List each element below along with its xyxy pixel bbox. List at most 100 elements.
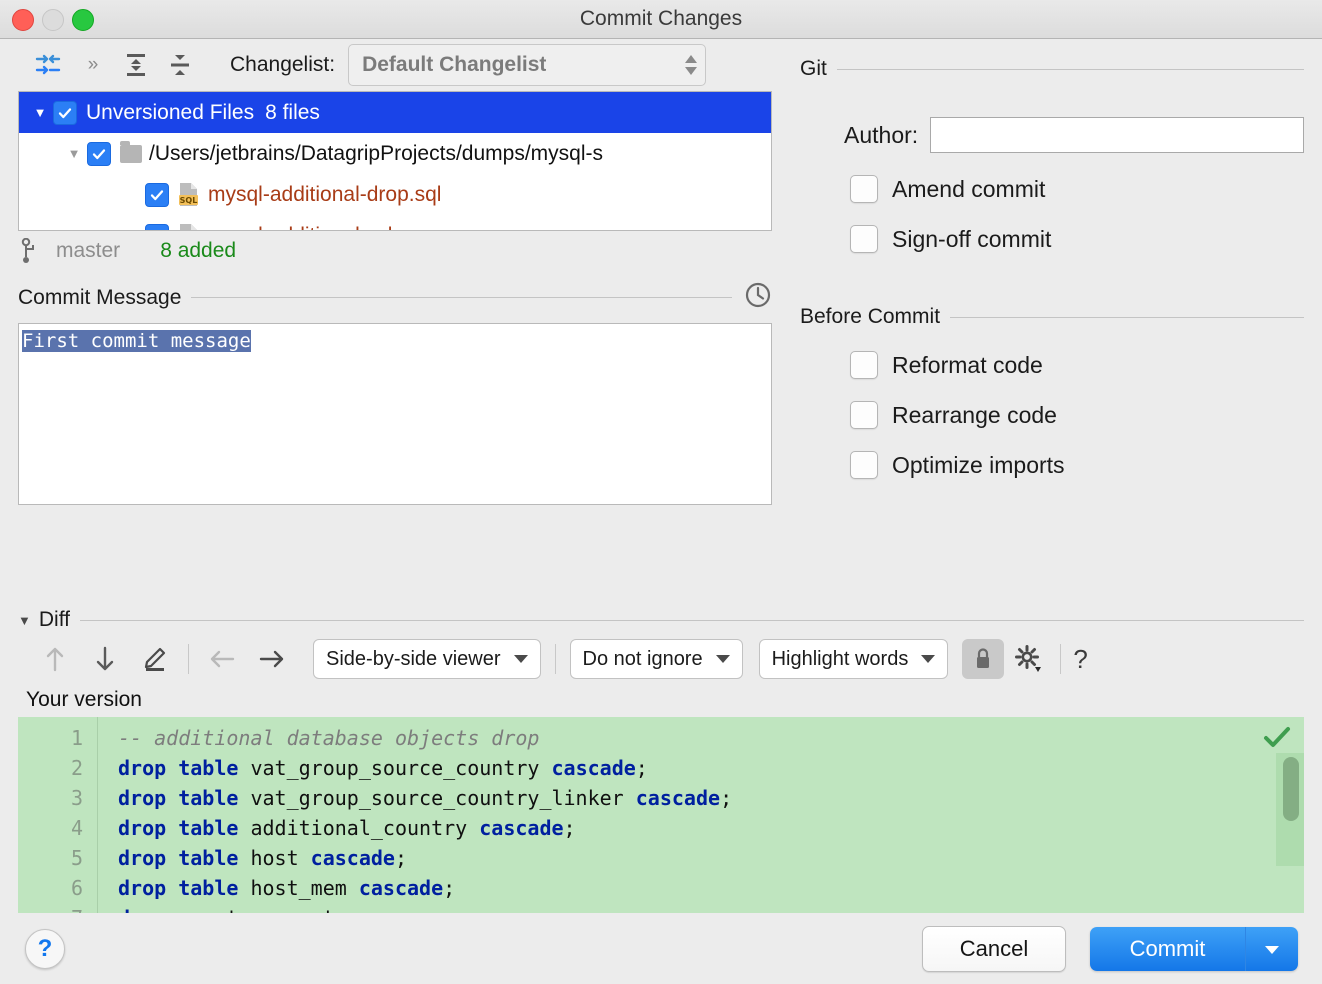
line-number: 2 <box>70 756 83 780</box>
line-number: 5 <box>70 846 83 870</box>
before-commit-section: Before Commit Reformat code Rearrange co… <box>800 305 1304 479</box>
signoff-commit-label: Sign-off commit <box>892 225 1052 252</box>
line-number: 4 <box>70 816 83 840</box>
clock-history-icon[interactable] <box>744 281 772 314</box>
diff-toolbar: Side-by-side viewer Do not ignore Highli… <box>0 632 1322 686</box>
divider <box>188 644 189 674</box>
chevron-down-icon[interactable]: ▼ <box>61 146 87 161</box>
tree-folder-path: /Users/jetbrains/DatagripProjects/dumps/… <box>149 141 603 165</box>
author-row: Author: <box>800 117 1304 153</box>
optimize-imports-checkbox[interactable] <box>850 451 878 479</box>
code-area: 1 2 3 4 5 6 7 -- additional database obj… <box>18 717 1304 913</box>
chevron-down-icon[interactable]: ▼ <box>27 105 53 120</box>
tree-row[interactable]: SQL mysql-additional.sql <box>19 215 771 231</box>
ignore-mode-dropdown[interactable]: Do not ignore <box>569 639 743 679</box>
folder-icon <box>120 140 142 163</box>
dialog-footer: ? Cancel Commit <box>0 914 1322 984</box>
stepper-arrows-icon[interactable] <box>683 54 699 76</box>
changes-tree[interactable]: ▼ Unversioned Files 8 files ▼ /Users/jet… <box>18 91 772 231</box>
git-section: Git Author: Amend commit Sign-off commit <box>800 57 1304 253</box>
tree-root-label: Unversioned Files <box>86 100 255 124</box>
divider <box>554 644 556 674</box>
amend-commit-row[interactable]: Amend commit <box>800 175 1304 203</box>
scrollbar-thumb[interactable] <box>1283 757 1299 821</box>
arrow-right-icon[interactable] <box>247 638 297 680</box>
checkbox-file-0[interactable] <box>145 182 169 207</box>
expand-all-icon[interactable] <box>114 45 158 85</box>
commit-message-section: Commit Message First commit message <box>18 281 772 505</box>
author-field[interactable] <box>930 117 1304 153</box>
commit-message-input[interactable]: First commit message <box>18 323 772 505</box>
code-line: drop table host_mem cascade; <box>118 876 456 900</box>
changelist-value: Default Changelist <box>362 53 547 76</box>
collapse-all-icon[interactable] <box>158 45 202 85</box>
footer-buttons: Cancel Commit <box>922 926 1298 972</box>
cancel-button[interactable]: Cancel <box>922 926 1066 972</box>
checkbox-unversioned[interactable] <box>53 100 77 125</box>
question-mark-icon[interactable]: ? <box>1073 644 1087 675</box>
left-column: » Changelist: Default Changelist ▼ Unver… <box>0 39 790 594</box>
line-number: 6 <box>70 876 83 900</box>
tree-file-name: mysql-additional.sql <box>208 224 392 231</box>
divider <box>836 68 1304 70</box>
rearrange-code-row[interactable]: Rearrange code <box>800 401 1304 429</box>
highlight-mode-label: Highlight words <box>771 647 909 670</box>
checkbox-file-1[interactable] <box>145 223 169 230</box>
ignore-mode-label: Do not ignore <box>582 647 703 670</box>
gear-icon[interactable] <box>1004 639 1052 679</box>
tree-row[interactable]: ▼ Unversioned Files 8 files <box>19 92 771 133</box>
commit-button[interactable]: Commit <box>1090 927 1245 971</box>
arrow-left-icon[interactable] <box>197 638 247 680</box>
branch-icon <box>21 238 34 263</box>
signoff-commit-checkbox[interactable] <box>850 225 878 253</box>
author-label: Author: <box>844 121 919 148</box>
commit-button-group: Commit <box>1090 927 1298 971</box>
divider <box>191 297 732 298</box>
commit-message-value: First commit message <box>22 330 251 352</box>
line-number: 3 <box>70 786 83 810</box>
tree-row[interactable]: ▼ /Users/jetbrains/DatagripProjects/dump… <box>19 133 771 174</box>
rearrange-code-checkbox[interactable] <box>850 401 878 429</box>
code-lines[interactable]: -- additional database objects drop drop … <box>98 717 1304 913</box>
amend-commit-checkbox[interactable] <box>850 175 878 203</box>
changelist-toolbar: » Changelist: Default Changelist <box>0 39 790 91</box>
tree-row[interactable]: SQL mysql-additional-drop.sql <box>19 174 771 215</box>
chevron-down-icon[interactable]: ▼ <box>18 613 31 628</box>
collapse-arrows-icon[interactable] <box>26 45 70 85</box>
right-column: Git Author: Amend commit Sign-off commit <box>790 39 1322 594</box>
line-number: 1 <box>70 726 83 750</box>
help-button[interactable]: ? <box>25 929 65 969</box>
dialog-body: » Changelist: Default Changelist ▼ Unver… <box>0 39 1322 984</box>
changelist-combo[interactable]: Default Changelist <box>348 44 707 86</box>
optimize-imports-row[interactable]: Optimize imports <box>800 451 1304 479</box>
arrow-up-icon[interactable] <box>30 638 80 680</box>
lock-icon[interactable] <box>962 639 1005 679</box>
diff-section-title: Diff <box>38 608 70 631</box>
diff-section-header[interactable]: ▼ Diff <box>18 608 1304 632</box>
divider <box>80 619 1304 621</box>
pencil-icon[interactable] <box>130 638 180 680</box>
diff-pane-label: Your version <box>26 688 142 711</box>
chevron-down-icon <box>513 655 528 663</box>
branch-status-bar: master 8 added <box>0 231 790 271</box>
arrow-down-icon[interactable] <box>80 638 130 680</box>
before-commit-title: Before Commit <box>800 305 941 328</box>
reformat-code-row[interactable]: Reformat code <box>800 351 1304 379</box>
diff-scrollbar[interactable] <box>1276 753 1304 866</box>
divider <box>1060 644 1062 674</box>
commit-changes-dialog: Commit Changes » Changelist: Default Cha… <box>0 0 1322 984</box>
rearrange-code-label: Rearrange code <box>892 401 1057 428</box>
reformat-code-label: Reformat code <box>892 351 1043 378</box>
checkbox-folder[interactable] <box>87 141 111 166</box>
highlight-mode-dropdown[interactable]: Highlight words <box>758 639 949 679</box>
commit-options-button[interactable] <box>1245 927 1298 971</box>
top-area: » Changelist: Default Changelist ▼ Unver… <box>0 39 1322 594</box>
signoff-commit-row[interactable]: Sign-off commit <box>800 225 1304 253</box>
diff-code-pane[interactable]: 1 2 3 4 5 6 7 -- additional database obj… <box>18 717 1304 913</box>
viewer-mode-dropdown[interactable]: Side-by-side viewer <box>313 639 541 679</box>
tree-root-count: 8 files <box>265 100 320 124</box>
viewer-mode-label: Side-by-side viewer <box>326 647 501 670</box>
code-line: drop table additional_country cascade; <box>118 816 576 840</box>
chevrons-right-icon[interactable]: » <box>70 45 114 85</box>
reformat-code-checkbox[interactable] <box>850 351 878 379</box>
